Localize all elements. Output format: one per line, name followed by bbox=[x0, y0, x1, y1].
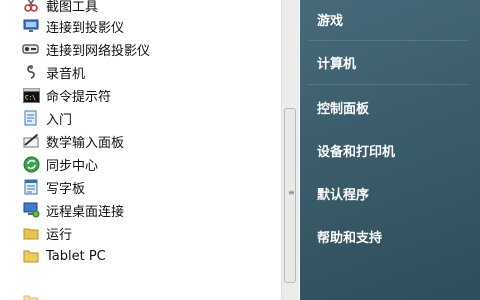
math-input-icon bbox=[22, 132, 40, 150]
program-item-connect-projector[interactable]: 连接到投影仪 bbox=[22, 15, 277, 37]
remote-desktop-icon bbox=[22, 201, 40, 219]
program-item-getting-started[interactable]: 入门 bbox=[22, 107, 277, 129]
program-item-remote-desktop[interactable]: 远程桌面连接 bbox=[22, 199, 277, 221]
right-menu-divider bbox=[308, 84, 468, 85]
wordpad-icon bbox=[22, 178, 40, 196]
scrollbar-grip-icon: ≡ bbox=[288, 188, 295, 197]
program-label: 连接到网络投影仪 bbox=[46, 43, 151, 59]
svg-text:C:\: C:\ bbox=[25, 94, 36, 101]
folder-icon bbox=[22, 247, 40, 265]
network-projector-icon bbox=[22, 40, 40, 58]
right-menu-help-support[interactable]: 帮助和支持 bbox=[317, 227, 382, 246]
run-folder-icon bbox=[22, 224, 40, 242]
program-label: 远程桌面连接 bbox=[46, 204, 125, 220]
program-item-tablet-pc[interactable]: Tablet PC bbox=[22, 245, 277, 267]
program-item-command-prompt[interactable]: C:\ 命令提示符 bbox=[22, 84, 277, 106]
folder-icon bbox=[22, 292, 40, 300]
program-item-partial[interactable] bbox=[22, 290, 277, 300]
programs-scrollbar[interactable]: ≡ bbox=[281, 0, 299, 300]
program-item-math-input-panel[interactable]: 数学输入面板 bbox=[22, 130, 277, 152]
program-item-network-projector[interactable]: 连接到网络投影仪 bbox=[22, 38, 277, 60]
program-label: 连接到投影仪 bbox=[46, 20, 125, 36]
program-item-snipping-tool[interactable]: 截图工具 bbox=[22, 0, 277, 16]
right-menu-devices-printers[interactable]: 设备和打印机 bbox=[317, 141, 395, 160]
program-label: 截图工具 bbox=[46, 0, 99, 15]
getting-started-icon bbox=[22, 109, 40, 127]
program-label: 录音机 bbox=[46, 66, 86, 82]
program-item-sound-recorder[interactable]: 录音机 bbox=[22, 61, 277, 83]
right-menu-computer[interactable]: 计算机 bbox=[317, 53, 356, 72]
projector-monitor-icon bbox=[22, 17, 40, 35]
right-menu-divider bbox=[308, 40, 468, 41]
command-prompt-icon: C:\ bbox=[22, 86, 40, 104]
program-label: 同步中心 bbox=[46, 158, 99, 174]
microphone-icon bbox=[22, 63, 40, 81]
program-label: 入门 bbox=[46, 112, 73, 128]
scissors-icon bbox=[22, 0, 40, 14]
program-label: 写字板 bbox=[46, 181, 86, 197]
program-item-run[interactable]: 运行 bbox=[22, 222, 277, 244]
program-label: 命令提示符 bbox=[46, 89, 112, 105]
program-label: 运行 bbox=[46, 227, 73, 243]
scrollbar-thumb[interactable]: ≡ bbox=[284, 108, 296, 283]
right-menu-games[interactable]: 游戏 bbox=[317, 10, 343, 29]
right-menu-control-panel[interactable]: 控制面板 bbox=[317, 98, 369, 117]
all-programs-panel: 截图工具 连接到投影仪 连接到网络投影仪 录音机 C:\ 命令提示符 入门 数学… bbox=[0, 0, 300, 300]
start-menu-right-panel: 游戏 计算机 控制面板 设备和打印机 默认程序 帮助和支持 bbox=[300, 0, 480, 300]
program-item-sync-center[interactable]: 同步中心 bbox=[22, 153, 277, 175]
program-label: 数学输入面板 bbox=[46, 135, 125, 151]
sync-center-icon bbox=[22, 155, 40, 173]
program-item-wordpad[interactable]: 写字板 bbox=[22, 176, 277, 198]
program-label: Tablet PC bbox=[46, 248, 106, 264]
right-menu-default-programs[interactable]: 默认程序 bbox=[317, 184, 369, 203]
